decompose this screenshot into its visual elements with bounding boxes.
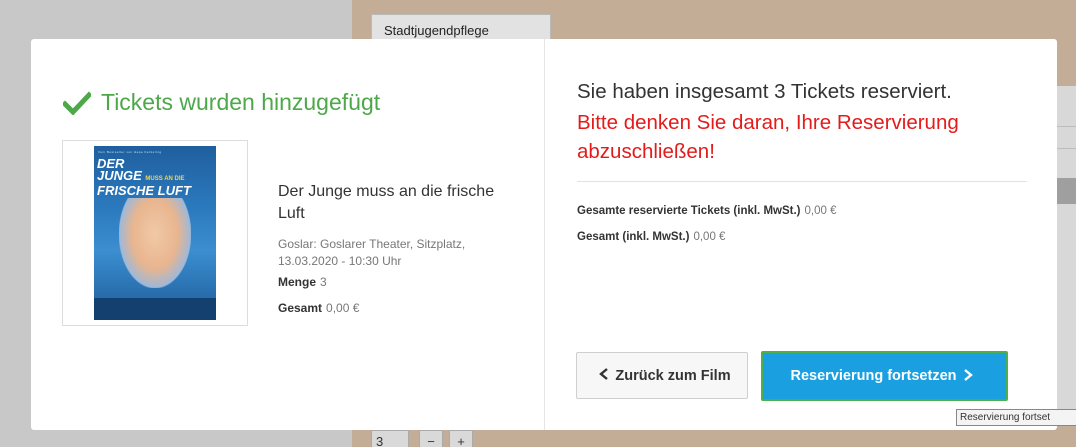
quantity-value: 3 (320, 275, 327, 289)
added-heading-text: Tickets wurden hinzugefügt (101, 89, 381, 115)
reservation-warning: Bitte denken Sie daran, Ihre Reservierun… (577, 111, 959, 163)
reservation-summary-panel: Sie haben insgesamt 3 Tickets reserviert… (545, 39, 1057, 430)
chevron-right-icon (963, 368, 973, 385)
tooltip: Reservierung fortset (956, 409, 1076, 426)
film-poster: Vom Bestseller von Hape Kerkeling DER JU… (94, 146, 216, 320)
chevron-left-icon (599, 367, 609, 384)
total-label: Gesamt (278, 301, 323, 315)
film-total: Gesamt 0,00 € (278, 301, 359, 315)
film-info: Goslar: Goslarer Theater, Sitzplatz, 13.… (278, 237, 466, 268)
poster-credits (94, 298, 216, 320)
grand-total-label: Gesamt (inkl. MwSt.) (577, 231, 690, 243)
background-side-panel (1056, 86, 1076, 412)
back-to-film-button[interactable]: Zurück zum Film (576, 352, 748, 399)
summary-text: Sie haben insgesamt 3 Tickets reserviert… (577, 80, 952, 103)
background-divider (1056, 148, 1076, 149)
reserved-total-label: Gesamte reservierte Tickets (inkl. MwSt.… (577, 205, 801, 217)
poster-boy-image (119, 198, 191, 288)
reserved-total-row: Gesamte reservierte Tickets (inkl. MwSt.… (577, 205, 836, 217)
reserved-total-value: 0,00 € (804, 205, 837, 217)
background-quantity-input: 3 (371, 430, 409, 447)
film-quantity: Menge 3 (278, 275, 327, 289)
check-icon (61, 90, 93, 116)
total-value: 0,00 € (326, 301, 360, 315)
background-plus-button: + (449, 430, 473, 447)
added-ticket-panel: Tickets wurden hinzugefügt Vom Bestselle… (31, 39, 545, 430)
poster-title: DER JUNGE MUSS AN DIE FRISCHE LUFT (97, 157, 213, 198)
film-title: Der Junge muss an die frische Luft (278, 183, 495, 222)
quantity-label: Menge (278, 275, 317, 289)
grand-total-row: Gesamt (inkl. MwSt.) 0,00 € (577, 231, 725, 243)
film-poster-frame: Vom Bestseller von Hape Kerkeling DER JU… (62, 140, 248, 326)
continue-button-label: Reservierung fortsetzen (790, 368, 957, 384)
divider (577, 181, 1027, 182)
back-button-label: Zurück zum Film (615, 367, 731, 384)
added-heading: Tickets wurden hinzugefügt (61, 89, 381, 116)
tickets-added-modal: Tickets wurden hinzugefügt Vom Bestselle… (31, 39, 1057, 430)
continue-reservation-button[interactable]: Reservierung fortsetzen (761, 351, 1008, 401)
background-minus-button: − (419, 430, 443, 447)
grand-total-value: 0,00 € (693, 231, 726, 243)
poster-title-line: FRISCHE LUFT (97, 183, 191, 198)
background-divider (1056, 126, 1076, 127)
background-side-scroll (1056, 178, 1076, 204)
